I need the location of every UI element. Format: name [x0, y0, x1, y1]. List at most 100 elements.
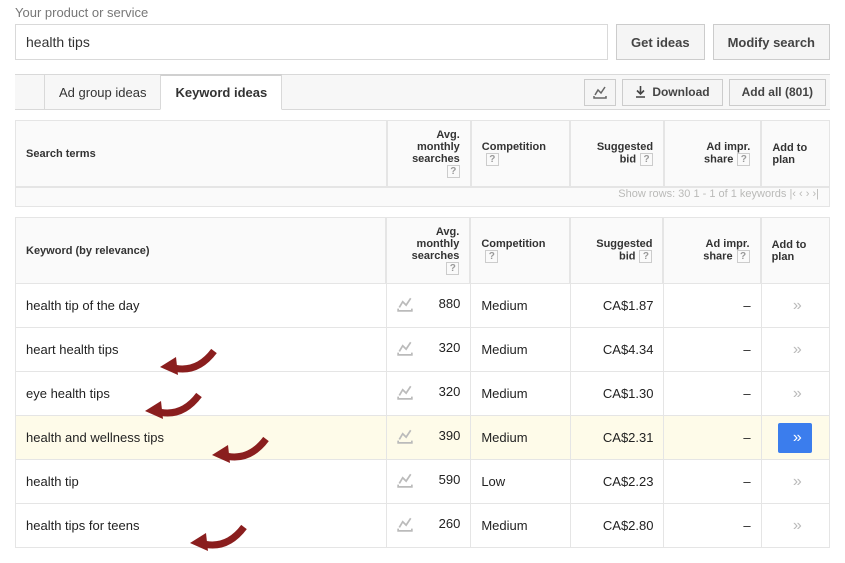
bid-cell: CA$4.34	[570, 328, 664, 372]
competition-cell: Low	[470, 460, 569, 504]
tab-keyword-ideas[interactable]: Keyword ideas	[160, 74, 282, 110]
bid-cell: CA$2.80	[570, 504, 664, 548]
annotation-arrow-icon	[186, 523, 250, 558]
table-row: health tip 590 LowCA$2.23–»	[15, 460, 830, 504]
add-to-plan-button[interactable]: »	[776, 473, 814, 491]
help-icon[interactable]: ?	[447, 165, 460, 178]
pager-text[interactable]: Show rows: 30 1 - 1 of 1 keywords |‹ ‹ ›…	[15, 187, 830, 207]
keyword-cell[interactable]: heart health tips	[15, 328, 386, 372]
help-icon[interactable]: ?	[639, 250, 652, 263]
modify-search-button[interactable]: Modify search	[713, 24, 830, 60]
keyword-ideas-table: Keyword (by relevance) Avg. monthly sear…	[15, 217, 830, 548]
col-competition[interactable]: Competition?	[470, 217, 569, 284]
impr-share-cell: –	[663, 372, 760, 416]
trend-chart-icon[interactable]	[397, 472, 413, 491]
chart-toggle-button[interactable]	[584, 79, 616, 106]
col-suggested-bid[interactable]: Suggested bid?	[570, 120, 664, 187]
chart-icon	[593, 85, 607, 99]
table-row: health and wellness tips 390 MediumCA$2.31…	[15, 416, 830, 460]
tab-ad-group-ideas[interactable]: Ad group ideas	[44, 75, 161, 109]
impr-share-cell: –	[663, 460, 760, 504]
help-icon[interactable]: ?	[486, 153, 499, 166]
download-button[interactable]: Download	[622, 79, 722, 106]
add-to-plan-button[interactable]: »	[776, 341, 814, 359]
col-search-terms[interactable]: Search terms	[15, 120, 387, 187]
searches-value: 390	[439, 428, 461, 443]
help-icon[interactable]: ?	[446, 262, 459, 275]
help-icon[interactable]: ?	[640, 153, 653, 166]
competition-cell: Medium	[470, 372, 569, 416]
competition-cell: Medium	[470, 416, 569, 460]
col-add-to-plan: Add to plan	[761, 217, 830, 284]
add-to-plan-button[interactable]: »	[776, 385, 814, 403]
searches-cell: 260	[386, 504, 470, 548]
help-icon[interactable]: ?	[737, 250, 750, 263]
help-icon[interactable]: ?	[737, 153, 750, 166]
competition-cell: Medium	[470, 328, 569, 372]
keyword-cell[interactable]: health tip	[15, 460, 386, 504]
help-icon[interactable]: ?	[485, 250, 498, 263]
keyword-ideas-table-area: Keyword (by relevance) Avg. monthly sear…	[15, 217, 830, 548]
keyword-cell[interactable]: health and wellness tips	[15, 416, 386, 460]
add-to-plan-button[interactable]: »	[776, 297, 814, 315]
col-competition[interactable]: Competition?	[471, 120, 570, 187]
tab-actions: Download Add all (801)	[584, 75, 830, 109]
keyword-text: heart health tips	[26, 342, 119, 357]
add-to-plan-button[interactable]: »	[778, 423, 812, 453]
trend-chart-icon[interactable]	[397, 340, 413, 359]
col-suggested-bid[interactable]: Suggested bid?	[570, 217, 664, 284]
add-to-plan-cell: »	[761, 416, 830, 460]
download-label: Download	[652, 85, 709, 99]
add-to-plan-cell: »	[761, 372, 830, 416]
col-add-to-plan: Add to plan	[761, 120, 830, 187]
keyword-text: health tip	[26, 474, 79, 489]
product-service-input[interactable]	[15, 24, 608, 60]
searches-value: 590	[439, 472, 461, 487]
input-section-label: Your product or service	[15, 5, 830, 20]
competition-cell: Medium	[470, 284, 569, 328]
keyword-cell[interactable]: eye health tips	[15, 372, 386, 416]
add-all-button[interactable]: Add all (801)	[729, 79, 826, 106]
searches-cell: 320	[386, 328, 470, 372]
search-terms-table: Search terms Avg. monthly searches? Comp…	[15, 120, 830, 207]
tab-bar: Ad group ideas Keyword ideas Download Ad…	[15, 74, 830, 110]
keyword-cell[interactable]: health tip of the day	[15, 284, 386, 328]
trend-chart-icon[interactable]	[397, 384, 413, 403]
keyword-cell[interactable]: health tips for teens	[15, 504, 386, 548]
input-row: Get ideas Modify search	[15, 24, 830, 60]
download-icon	[635, 86, 646, 98]
col-ad-impr-share[interactable]: Ad impr. share?	[663, 217, 760, 284]
table-row: heart health tips 320MediumCA$4.34–»	[15, 328, 830, 372]
add-to-plan-cell: »	[761, 328, 830, 372]
impr-share-cell: –	[663, 284, 760, 328]
add-to-plan-button[interactable]: »	[776, 517, 814, 535]
keyword-text: health and wellness tips	[26, 430, 164, 445]
searches-cell: 590	[386, 460, 470, 504]
impr-share-cell: –	[663, 328, 760, 372]
trend-chart-icon[interactable]	[397, 516, 413, 535]
impr-share-cell: –	[663, 416, 760, 460]
searches-value: 320	[439, 384, 461, 399]
col-avg-monthly-searches[interactable]: Avg. monthly searches?	[387, 120, 471, 187]
col-avg-monthly-searches[interactable]: Avg. monthly searches?	[386, 217, 470, 284]
table-row: health tips for teens 260MediumCA$2.80–»	[15, 504, 830, 548]
impr-share-cell: –	[663, 504, 760, 548]
table-row: health tip of the day880MediumCA$1.87–»	[15, 284, 830, 328]
bid-cell: CA$1.30	[570, 372, 664, 416]
searches-cell: 390	[386, 416, 470, 460]
table-row: eye health tips 320 MediumCA$1.30–»	[15, 372, 830, 416]
get-ideas-button[interactable]: Get ideas	[616, 24, 705, 60]
bid-cell: CA$2.23	[570, 460, 664, 504]
col-ad-impr-share[interactable]: Ad impr. share?	[664, 120, 761, 187]
competition-cell: Medium	[470, 504, 569, 548]
col-keyword-relevance[interactable]: Keyword (by relevance)	[15, 217, 386, 284]
bid-cell: CA$2.31	[570, 416, 664, 460]
bid-cell: CA$1.87	[570, 284, 664, 328]
search-terms-table-area: Search terms Avg. monthly searches? Comp…	[15, 120, 830, 207]
keyword-text: health tips for teens	[26, 518, 139, 533]
trend-chart-icon[interactable]	[397, 428, 413, 447]
add-to-plan-cell: »	[761, 284, 830, 328]
keyword-text: eye health tips	[26, 386, 110, 401]
pager-row: Show rows: 30 1 - 1 of 1 keywords |‹ ‹ ›…	[15, 187, 830, 207]
trend-chart-icon[interactable]	[397, 296, 413, 315]
